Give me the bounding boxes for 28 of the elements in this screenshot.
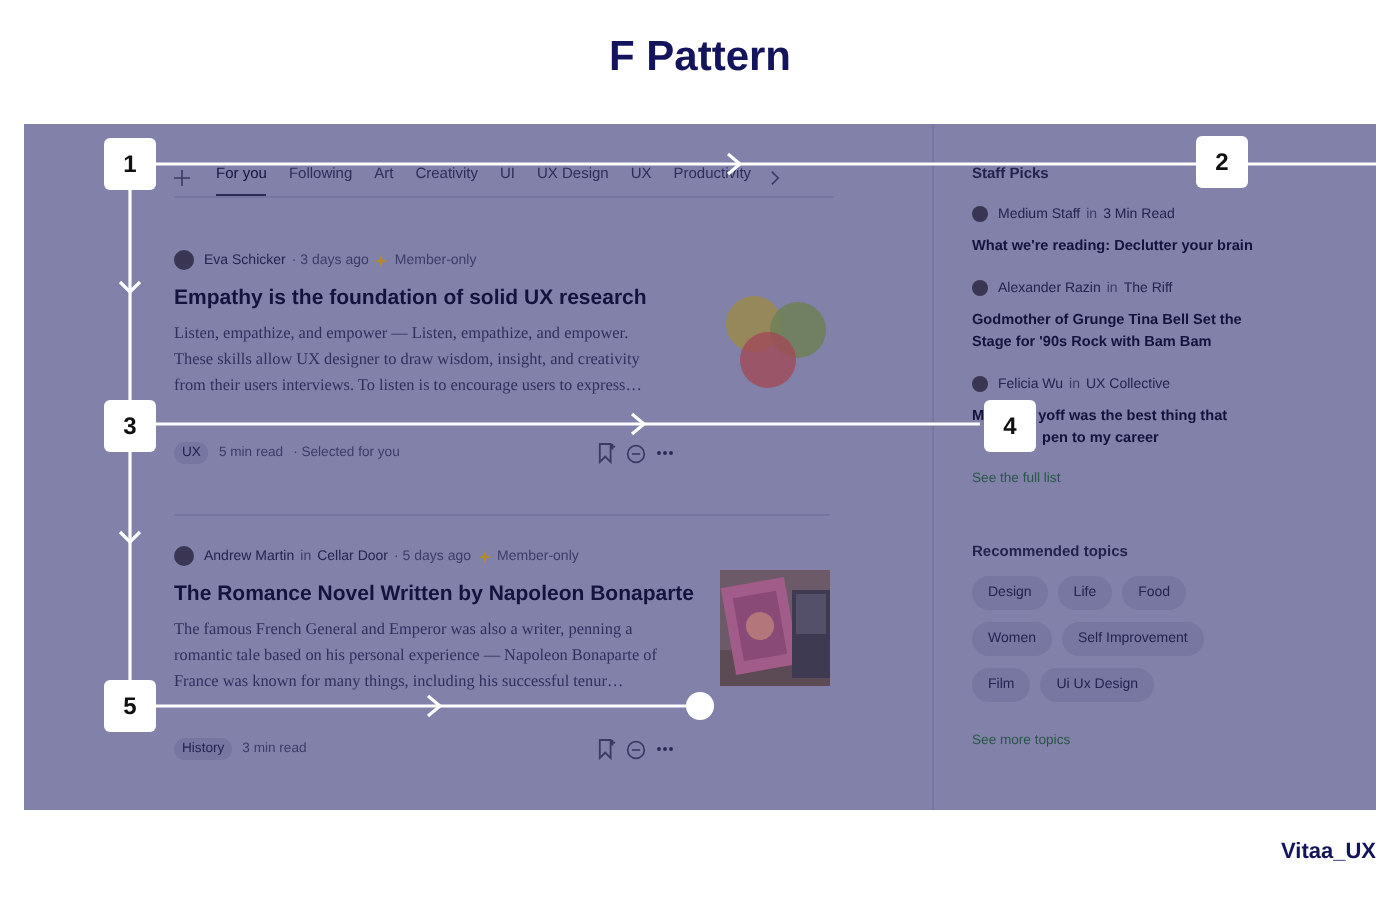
step-badge: 2 [1196,136,1248,188]
article-excerpt: Listen, empathize, and empower — Listen, empathize, and empower. These skills allow UX designer to draw wisdom, insight, and creativity from their users interviews. To listen is to encourage users to express… [174,322,644,398]
avatar [972,280,988,296]
more-icon[interactable] [656,746,674,752]
chevron-right-icon[interactable] [769,170,780,186]
article-title[interactable]: The Romance Novel Written by Napoleon Bonaparte [174,582,698,606]
avatar [174,546,194,566]
star-icon [477,549,492,563]
step-badge: 5 [104,680,156,732]
bookmark-icon[interactable] [598,442,616,464]
article-excerpt: The famous French General and Emperor was also a writer, penning a romantic tale based on his personal experience — Napoleon Bonaparte of France was known for many things, including his successful tenur… [174,618,658,694]
avatar [174,250,194,270]
step-badge: 1 [104,138,156,190]
venn-diagram-drawing [722,292,830,392]
article-title[interactable]: Empathy is the foundation of solid UX research [174,286,698,310]
star-icon [374,253,389,267]
minus-circle-icon[interactable] [626,443,646,463]
end-dot [686,692,714,720]
avatar [972,376,988,392]
author-credit: Vitaa_UX [1281,840,1376,864]
plus-icon[interactable] [174,170,190,186]
more-icon[interactable] [656,450,674,456]
avatar [972,206,988,222]
minus-circle-icon[interactable] [626,739,646,759]
bookmark-icon[interactable] [598,738,616,760]
step-badge: 3 [104,400,156,452]
step-badge: 4 [984,400,1036,452]
page-title: F Pattern [606,32,793,84]
